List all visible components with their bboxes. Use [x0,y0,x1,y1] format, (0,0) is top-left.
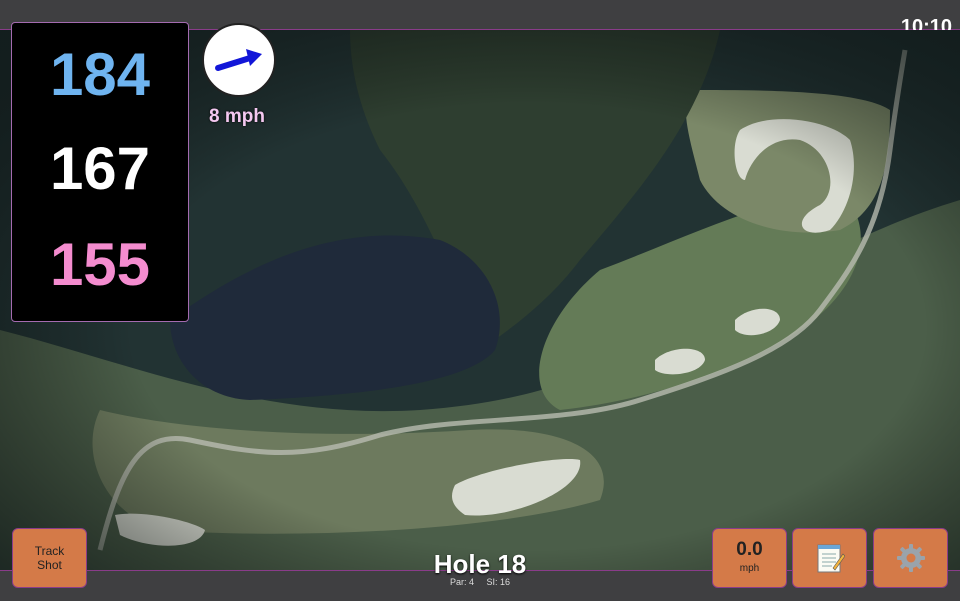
scorecard-notes-button[interactable] [792,528,867,588]
wind-speed-label: 8 mph [209,106,265,127]
speed-value: 0.0 [736,539,763,560]
wind-direction-dial [202,23,276,97]
settings-button[interactable] [873,528,948,588]
distance-panel: 184 167 155 [11,22,189,322]
track-shot-button[interactable]: Track Shot [12,528,87,588]
speed-unit: mph [739,563,760,574]
middle-distance: 167 [49,135,151,202]
gear-icon [896,544,925,572]
hole-title: Hole 18 [433,549,527,579]
front-distance: 155 [49,231,151,298]
back-distance: 184 [49,41,151,108]
hole-info: Par: 4 SI: 16 [380,577,580,587]
wind-arrow-icon [215,49,262,71]
notepad-icon [817,544,845,573]
hole-stroke-index: SI: 16 [486,577,511,587]
hole-par: Par: 4 [449,577,474,587]
speed-button[interactable]: 0.0 mph [712,528,787,588]
